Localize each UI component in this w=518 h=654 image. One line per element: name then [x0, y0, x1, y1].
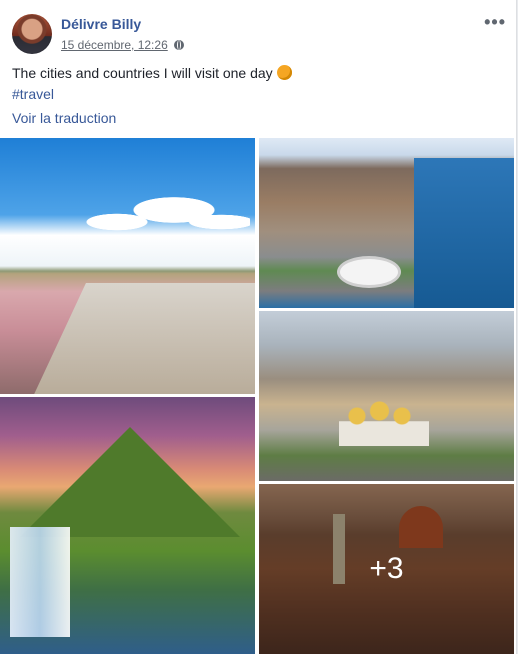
more-photos-count: +3 — [369, 552, 404, 585]
hashtag-link[interactable]: #travel — [12, 86, 54, 102]
photo-florence[interactable]: +3 — [259, 484, 514, 654]
post-meta: 15 décembre, 12:26 — [61, 38, 185, 52]
photo-cape-town[interactable] — [259, 138, 514, 308]
photo-sea-shape — [414, 158, 514, 308]
photo-road-shape — [30, 283, 255, 394]
photo-waterfall-shape — [10, 527, 70, 637]
photo-domes-shape — [339, 396, 429, 446]
photo-salt-road[interactable] — [0, 138, 255, 394]
photo-mountain-shape — [20, 427, 240, 537]
globe-icon[interactable] — [174, 40, 185, 50]
post-text: The cities and countries I will visit on… — [12, 65, 292, 81]
photo-kirkjufell[interactable] — [0, 397, 255, 654]
see-translation-link[interactable]: Voir la traduction — [12, 110, 116, 126]
author-name[interactable]: Délivre Billy — [61, 16, 141, 32]
photo-stadium-shape — [337, 256, 401, 288]
avatar[interactable] — [12, 14, 52, 54]
more-options-button[interactable]: ••• — [484, 13, 506, 31]
more-photos-overlay[interactable]: +3 — [259, 484, 514, 654]
muscle-emoji-icon — [276, 65, 292, 80]
photo-moscow-kremlin[interactable] — [259, 311, 514, 481]
photo-cloud-shape — [60, 186, 250, 246]
post-timestamp[interactable]: 15 décembre, 12:26 — [61, 38, 168, 52]
feed-post: Délivre Billy 15 décembre, 12:26 ••• The… — [0, 0, 517, 654]
post-text-content: The cities and countries I will visit on… — [12, 65, 273, 81]
